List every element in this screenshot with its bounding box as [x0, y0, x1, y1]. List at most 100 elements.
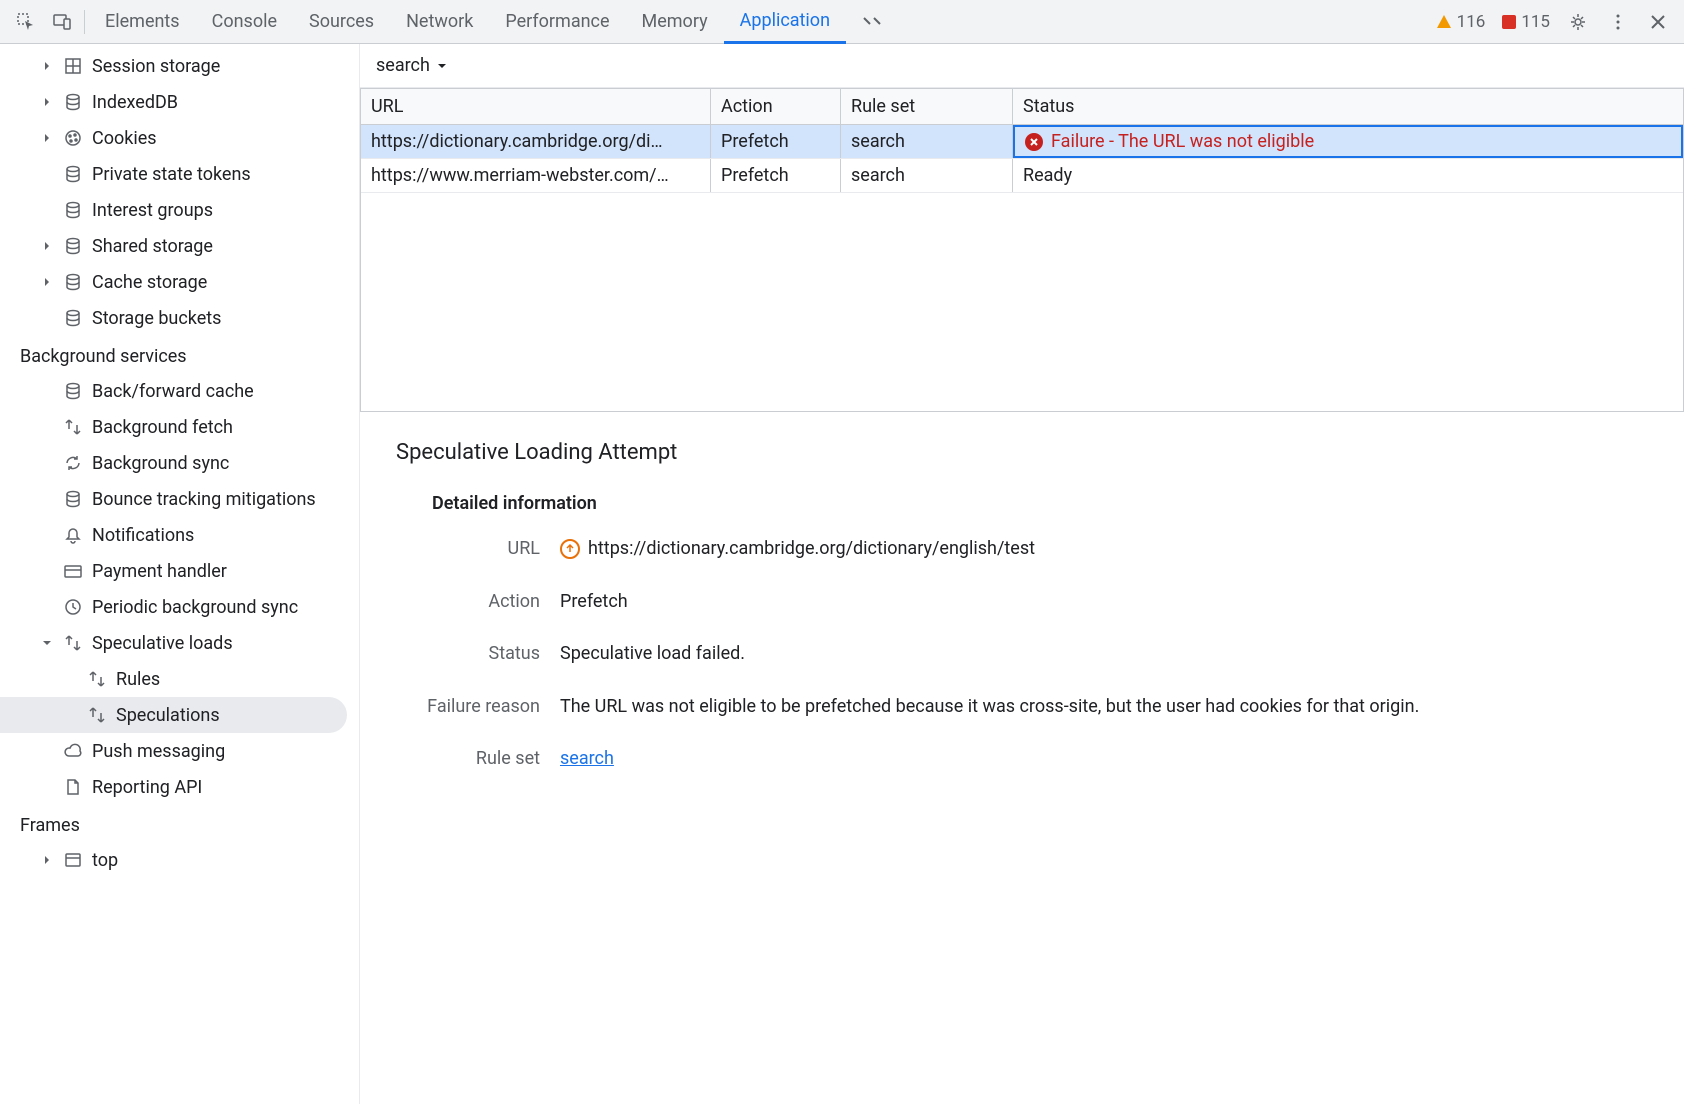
sidebar-item-periodic-background-sync[interactable]: Periodic background sync: [0, 589, 359, 625]
detail-ruleset-value: search: [560, 744, 1648, 775]
sidebar-item-push-messaging[interactable]: Push messaging: [0, 733, 359, 769]
kebab-menu-icon[interactable]: [1600, 4, 1636, 40]
expand-arrow-icon[interactable]: [40, 239, 54, 253]
device-toggle-icon[interactable]: [44, 4, 80, 40]
section-frames: Frames: [0, 805, 359, 842]
sidebar-item-speculations[interactable]: Speculations: [0, 697, 347, 733]
detail-ruleset-label: Rule set: [396, 744, 560, 775]
sidebar-item-back-forward-cache[interactable]: Back/forward cache: [0, 373, 359, 409]
detail-reason-row: Failure reason The URL was not eligible …: [396, 692, 1648, 723]
db-icon: [62, 199, 84, 221]
sidebar-item-label: Notifications: [92, 525, 194, 546]
tab-sources[interactable]: Sources: [293, 0, 390, 44]
error-icon: [1025, 133, 1043, 151]
initiator-icon: [560, 539, 580, 559]
sidebar-item-background-sync[interactable]: Background sync: [0, 445, 359, 481]
sidebar-item-label: Cache storage: [92, 272, 207, 293]
grid-icon: [62, 55, 84, 77]
expand-arrow-icon[interactable]: [40, 275, 54, 289]
sidebar-item-label: Push messaging: [92, 741, 225, 762]
th-action[interactable]: Action: [711, 89, 841, 124]
window-icon: [62, 849, 84, 871]
sidebar-item-session-storage[interactable]: Session storage: [0, 48, 359, 84]
table-row[interactable]: https://www.merriam-webster.com/…Prefetc…: [361, 159, 1683, 193]
th-status[interactable]: Status: [1013, 89, 1683, 124]
db-icon: [62, 488, 84, 510]
sidebar-item-label: Payment handler: [92, 561, 227, 582]
sidebar-item-label: Back/forward cache: [92, 381, 254, 402]
cookie-icon: [62, 127, 84, 149]
chevron-down-icon: [436, 60, 448, 72]
cell-status: Failure - The URL was not eligible: [1013, 125, 1683, 158]
sidebar-item-rules[interactable]: Rules: [0, 661, 359, 697]
tab-network[interactable]: Network: [390, 0, 489, 44]
sidebar-item-cache-storage[interactable]: Cache storage: [0, 264, 359, 300]
details-section: Detailed information: [396, 493, 1648, 514]
sidebar-item-storage-buckets[interactable]: Storage buckets: [0, 300, 359, 336]
main-area: Session storageIndexedDBCookies Private s…: [0, 44, 1684, 1104]
expand-arrow-icon[interactable]: [40, 95, 54, 109]
detail-status-row: Status Speculative load failed.: [396, 639, 1648, 670]
sidebar-item-bounce-tracking-mitigations[interactable]: Bounce tracking mitigations: [0, 481, 359, 517]
detail-reason-value: The URL was not eligible to be prefetche…: [560, 692, 1648, 723]
close-icon[interactable]: [1640, 4, 1676, 40]
inspect-icon[interactable]: [8, 4, 44, 40]
sidebar-item-notifications[interactable]: Notifications: [0, 517, 359, 553]
db-icon: [62, 91, 84, 113]
cell-action: Prefetch: [711, 159, 841, 192]
th-ruleset[interactable]: Rule set: [841, 89, 1013, 124]
sidebar-item-top[interactable]: top: [0, 842, 359, 878]
expand-arrow-icon[interactable]: [40, 853, 54, 867]
th-url[interactable]: URL: [361, 89, 711, 124]
sidebar-item-payment-handler[interactable]: Payment handler: [0, 553, 359, 589]
sidebar-item-indexeddb[interactable]: IndexedDB: [0, 84, 359, 120]
sidebar-item-label: Private state tokens: [92, 164, 251, 185]
panel-tabs: Elements Console Sources Network Perform…: [89, 0, 898, 44]
table-row[interactable]: https://dictionary.cambridge.org/di…Pref…: [361, 125, 1683, 159]
detail-url-label: URL: [396, 534, 560, 565]
expand-arrow-icon[interactable]: [40, 636, 54, 650]
sidebar-item-reporting-api[interactable]: Reporting API: [0, 769, 359, 805]
sidebar-item-cookies[interactable]: Cookies: [0, 120, 359, 156]
ruleset-filter[interactable]: search: [376, 55, 448, 76]
settings-icon[interactable]: [1560, 4, 1596, 40]
expand-arrow-icon[interactable]: [40, 131, 54, 145]
sidebar-item-interest-groups[interactable]: Interest groups: [0, 192, 359, 228]
details-panel: Speculative Loading Attempt Detailed inf…: [360, 412, 1684, 825]
sidebar-item-label: Background fetch: [92, 417, 233, 438]
sidebar-item-background-fetch[interactable]: Background fetch: [0, 409, 359, 445]
table-header: URL Action Rule set Status: [361, 89, 1683, 125]
tab-application[interactable]: Application: [724, 0, 846, 44]
warnings-badge[interactable]: 116: [1429, 12, 1492, 32]
bell-icon: [62, 524, 84, 546]
tab-performance[interactable]: Performance: [489, 0, 625, 44]
sidebar-item-speculative-loads[interactable]: Speculative loads: [0, 625, 359, 661]
db-icon: [62, 163, 84, 185]
expand-arrow-icon[interactable]: [40, 59, 54, 73]
errors-badge[interactable]: 115: [1495, 12, 1556, 32]
cell-url: https://dictionary.cambridge.org/di…: [361, 125, 711, 158]
ruleset-link[interactable]: search: [560, 748, 614, 769]
separator: [84, 10, 85, 34]
cell-ruleset: search: [841, 159, 1013, 192]
sidebar-item-label: Periodic background sync: [92, 597, 298, 618]
tab-elements[interactable]: Elements: [89, 0, 196, 44]
status-text: Failure - The URL was not eligible: [1051, 131, 1314, 152]
detail-ruleset-row: Rule set search: [396, 744, 1648, 775]
cell-ruleset: search: [841, 125, 1013, 158]
more-tabs-icon[interactable]: [846, 0, 898, 44]
details-title: Speculative Loading Attempt: [396, 440, 1648, 465]
sidebar-item-private-state-tokens[interactable]: Private state tokens: [0, 156, 359, 192]
sidebar-item-label: Interest groups: [92, 200, 213, 221]
fetch-icon: [62, 416, 84, 438]
filter-bar: search: [360, 44, 1684, 88]
sidebar-item-label: top: [92, 850, 118, 871]
clock-icon: [62, 596, 84, 618]
tab-memory[interactable]: Memory: [626, 0, 724, 44]
sidebar-item-label: Shared storage: [92, 236, 213, 257]
tab-console[interactable]: Console: [196, 0, 293, 44]
db-icon: [62, 307, 84, 329]
application-sidebar[interactable]: Session storageIndexedDBCookies Private s…: [0, 44, 360, 1104]
fetch-icon: [86, 704, 108, 726]
sidebar-item-shared-storage[interactable]: Shared storage: [0, 228, 359, 264]
